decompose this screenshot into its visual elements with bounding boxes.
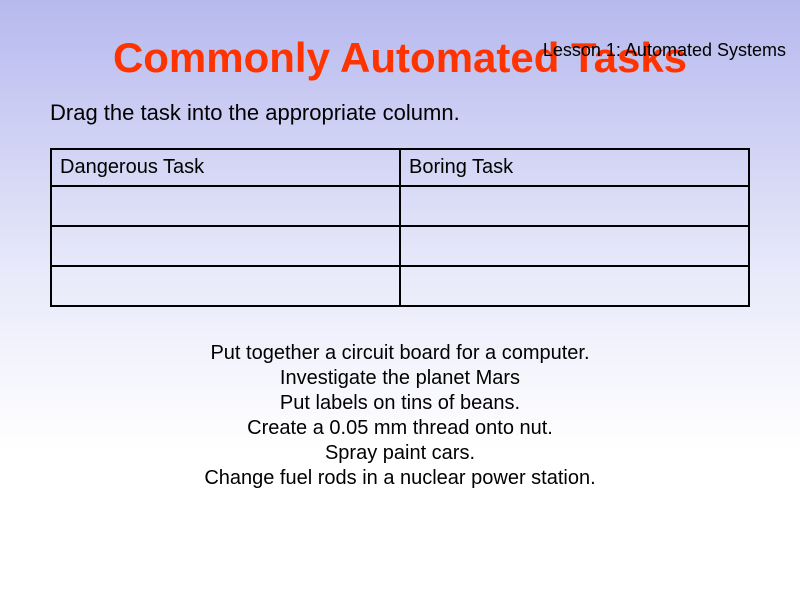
table-row: [51, 266, 749, 306]
task-table: Dangerous Task Boring Task: [50, 148, 750, 307]
draggable-task[interactable]: Change fuel rods in a nuclear power stat…: [0, 466, 800, 491]
boring-drop-cell[interactable]: [400, 266, 749, 306]
table-header-row: Dangerous Task Boring Task: [51, 149, 749, 186]
draggable-tasks-block: Put together a circuit board for a compu…: [0, 341, 800, 491]
draggable-task[interactable]: Investigate the planet Mars: [0, 366, 800, 391]
draggable-task[interactable]: Create a 0.05 mm thread onto nut.: [0, 416, 800, 441]
dangerous-drop-cell[interactable]: [51, 266, 400, 306]
instruction-text: Drag the task into the appropriate colum…: [50, 100, 800, 126]
table-row: [51, 226, 749, 266]
lesson-label: Lesson 1: Automated Systems: [543, 40, 786, 61]
column-header-boring: Boring Task: [400, 149, 749, 186]
task-table-container: Dangerous Task Boring Task: [50, 148, 750, 307]
table-row: [51, 186, 749, 226]
draggable-task[interactable]: Spray paint cars.: [0, 441, 800, 466]
column-header-dangerous: Dangerous Task: [51, 149, 400, 186]
dangerous-drop-cell[interactable]: [51, 226, 400, 266]
boring-drop-cell[interactable]: [400, 226, 749, 266]
dangerous-drop-cell[interactable]: [51, 186, 400, 226]
draggable-task[interactable]: Put labels on tins of beans.: [0, 391, 800, 416]
boring-drop-cell[interactable]: [400, 186, 749, 226]
draggable-task[interactable]: Put together a circuit board for a compu…: [0, 341, 800, 366]
